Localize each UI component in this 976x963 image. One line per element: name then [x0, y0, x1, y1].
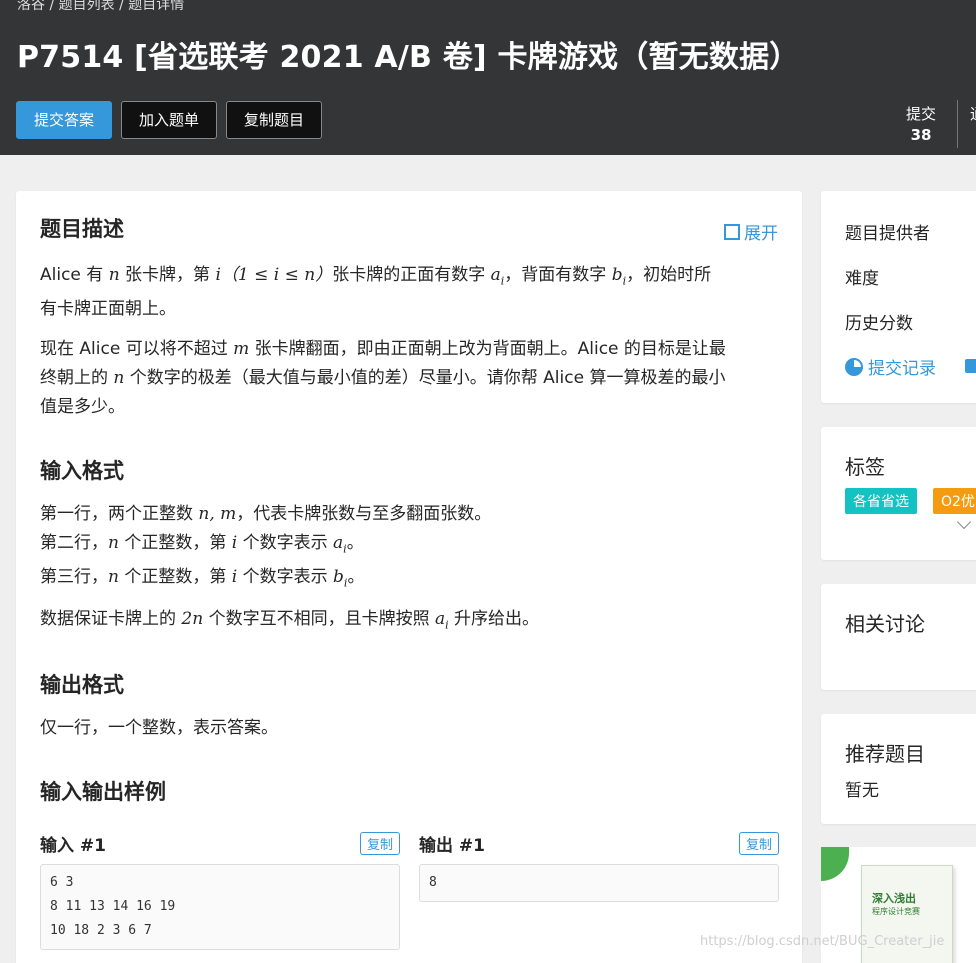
- submit-records-link[interactable]: 提交记录: [845, 354, 936, 379]
- expand-button[interactable]: 展开: [724, 219, 778, 244]
- input-format-title: 输入格式: [40, 459, 124, 483]
- sample-output-code[interactable]: 8: [419, 864, 779, 902]
- input-format-text: 第一行，两个正整数 n, m，代表卡牌张数与至多翻面张数。 第二行，n 个正整数…: [40, 504, 492, 590]
- book-subtitle: 程序设计竞赛: [872, 907, 920, 916]
- submit-stat-label: 提交: [906, 105, 937, 123]
- tag-o2[interactable]: O2优: [933, 488, 976, 514]
- breadcrumb-item-detail: 题目详情: [128, 0, 185, 13]
- desc-title: 题目描述: [40, 217, 124, 241]
- history-score-label: 历史分数: [845, 314, 913, 334]
- submit-records-label: 提交记录: [868, 359, 936, 379]
- breadcrumb-item-list[interactable]: 题目列表: [59, 0, 115, 13]
- recommend-card: 推荐题目 暂无: [821, 714, 976, 824]
- copy-input-button[interactable]: 复制: [359, 832, 400, 855]
- problem-header: 洛谷 / 题目列表 / 题目详情 P7514 [省选联考 2021 A/B 卷]…: [0, 0, 976, 155]
- discussion-card: 相关讨论: [821, 584, 976, 690]
- submit-stat: 提交 38: [906, 103, 936, 144]
- breadcrumb: 洛谷 / 题目列表 / 题目详情: [17, 0, 184, 14]
- recommend-title: 推荐题目: [845, 742, 925, 766]
- difficulty-label: 难度: [845, 269, 879, 289]
- input-note: 数据保证卡牌上的 2n 个数字互不相同，且卡牌按照 ai 升序给出。: [40, 609, 540, 632]
- page-title: P7514 [省选联考 2021 A/B 卷] 卡牌游戏（暂无数据）: [17, 40, 800, 75]
- copy-output-button[interactable]: 复制: [738, 832, 779, 855]
- sample-input: 输入 #1 复制 6 3 8 11 13 14 16 19 10 18 2 3 …: [40, 831, 400, 950]
- add-to-list-button[interactable]: 加入题单: [121, 101, 218, 139]
- tags-title: 标签: [845, 455, 885, 479]
- action-buttons: 提交答案 加入题单 复制题目: [16, 101, 323, 139]
- pass-stat-label: 通: [970, 103, 976, 124]
- watermark: https://blog.csdn.net/BUG_Creater_jie: [700, 934, 945, 949]
- recommend-empty: 暂无: [845, 781, 879, 801]
- breadcrumb-item-home[interactable]: 洛谷: [17, 0, 45, 13]
- submit-stat-count: 38: [910, 126, 932, 144]
- output-format-title: 输出格式: [40, 673, 124, 697]
- desc-paragraph-2: 现在 Alice 可以将不超过 m 张卡牌翻面，即由正面朝上改为背面朝上。Ali…: [40, 339, 726, 417]
- book-title: 深入浅出: [872, 892, 916, 905]
- sample-input-label: 输入 #1: [40, 836, 106, 856]
- sample-output: 输出 #1 复制 8: [419, 831, 779, 902]
- output-format-text: 仅一行，一个整数，表示答案。: [40, 718, 278, 738]
- samples-title: 输入输出样例: [40, 780, 166, 804]
- chevron-down-icon[interactable]: [956, 514, 972, 530]
- submit-answer-button[interactable]: 提交答案: [16, 101, 113, 139]
- expand-icon: [724, 223, 740, 240]
- expand-label: 展开: [744, 224, 778, 244]
- pie-chart-icon: [845, 357, 863, 376]
- problem-content-card: 题目描述 展开 Alice 有 n 张卡牌，第 i（1 ≤ i ≤ n）张卡牌的…: [16, 191, 802, 963]
- sample-output-label: 输出 #1: [419, 836, 485, 856]
- tags-card: 标签 各省省选 O2优: [821, 427, 976, 560]
- stat-divider: [957, 100, 958, 148]
- copy-problem-button[interactable]: 复制题目: [226, 101, 323, 139]
- provider-label: 题目提供者: [845, 224, 930, 244]
- problem-info-card: 题目提供者 难度 历史分数 提交记录: [821, 191, 976, 403]
- discussion-title: 相关讨论: [845, 612, 925, 636]
- doc-icon[interactable]: [965, 359, 976, 373]
- desc-paragraph-1: Alice 有 n 张卡牌，第 i（1 ≤ i ≤ n）张卡牌的正面有数字 ai…: [40, 265, 712, 320]
- ad-corner-decoration: [821, 847, 849, 881]
- tag-province[interactable]: 各省省选: [845, 488, 917, 514]
- sample-input-code[interactable]: 6 3 8 11 13 14 16 19 10 18 2 3 6 7: [40, 864, 400, 950]
